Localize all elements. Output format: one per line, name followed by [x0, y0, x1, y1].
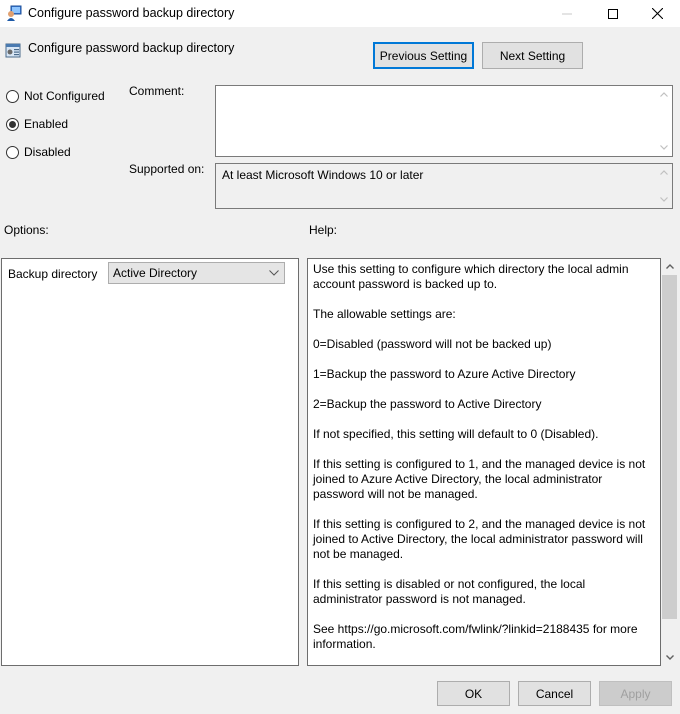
options-pane: Backup directory Active Directory [1, 258, 299, 666]
chevron-down-icon [665, 655, 674, 660]
help-paragraph: If this setting is configured to 1, and … [313, 457, 646, 501]
comment-label: Comment: [129, 84, 185, 98]
help-paragraph: If not specified, this setting will defa… [313, 427, 599, 441]
radio-not-configured[interactable]: Not Configured [6, 89, 105, 103]
policy-title: Configure password backup directory [28, 41, 235, 55]
dropdown-value: Active Directory [113, 266, 198, 280]
scroll-down-arrow[interactable] [655, 191, 672, 208]
help-paragraph: 0=Disabled (password will not be backed … [313, 337, 552, 351]
radio-disabled[interactable]: Disabled [6, 145, 71, 159]
help-scrollbar[interactable] [661, 258, 678, 666]
backup-directory-label: Backup directory [8, 267, 98, 281]
backup-directory-dropdown[interactable]: Active Directory [108, 262, 285, 284]
scroll-down-arrow[interactable] [661, 649, 678, 666]
help-paragraph: If this setting is configured to 2, and … [313, 517, 646, 561]
supported-on-value: At least Microsoft Windows 10 or later [222, 168, 424, 182]
scroll-up-arrow[interactable] [655, 164, 672, 181]
title-bar: Configure password backup directory [0, 0, 680, 27]
scroll-up-arrow[interactable] [655, 86, 672, 103]
comment-input[interactable] [215, 85, 673, 157]
previous-setting-button[interactable]: Previous Setting [373, 42, 474, 69]
close-button[interactable] [634, 0, 680, 27]
radio-enabled[interactable]: Enabled [6, 117, 68, 131]
chevron-down-icon [659, 145, 668, 150]
help-text: Use this setting to configure which dire… [313, 262, 653, 667]
chevron-down-icon [264, 270, 284, 276]
supported-on-label: Supported on: [129, 162, 205, 176]
chevron-up-icon [659, 170, 668, 175]
help-paragraph: The allowable settings are: [313, 307, 456, 321]
group-policy-editor-icon [7, 5, 22, 21]
help-paragraph: 1=Backup the password to Azure Active Di… [313, 367, 576, 381]
radio-label: Disabled [24, 145, 71, 159]
scroll-down-arrow[interactable] [655, 139, 672, 156]
cancel-button[interactable]: Cancel [518, 681, 591, 706]
supported-scrollbar[interactable] [655, 164, 672, 208]
minimize-button[interactable] [544, 0, 590, 27]
ok-button[interactable]: OK [437, 681, 510, 706]
chevron-up-icon [665, 264, 674, 269]
apply-button[interactable]: Apply [599, 681, 672, 706]
help-label: Help: [309, 223, 338, 237]
close-icon [651, 8, 663, 19]
chevron-up-icon [659, 92, 668, 97]
help-paragraph: See https://go.microsoft.com/fwlink/?lin… [313, 622, 638, 651]
maximize-icon [608, 8, 618, 19]
help-paragraph: Use this setting to configure which dire… [313, 262, 629, 291]
chevron-down-icon [659, 197, 668, 202]
help-paragraph: 2=Backup the password to Active Director… [313, 397, 542, 411]
help-paragraph: If this setting is disabled or not confi… [313, 577, 586, 606]
window-title: Configure password backup directory [28, 6, 235, 20]
maximize-button[interactable] [590, 0, 636, 27]
radio-label: Enabled [24, 117, 69, 131]
options-label: Options: [4, 223, 49, 237]
next-setting-button[interactable]: Next Setting [482, 42, 583, 69]
supported-on-field: At least Microsoft Windows 10 or later [215, 163, 673, 209]
scrollbar-thumb[interactable] [662, 275, 677, 619]
policy-setting-icon [5, 43, 21, 58]
help-pane: Use this setting to configure which dire… [307, 258, 661, 666]
radio-button[interactable] [6, 145, 19, 159]
radio-button-selected[interactable] [6, 117, 19, 131]
comment-scrollbar[interactable] [655, 86, 672, 156]
minimize-icon [562, 13, 572, 14]
radio-button[interactable] [6, 89, 19, 103]
scroll-up-arrow[interactable] [661, 258, 678, 275]
radio-label: Not Configured [24, 89, 105, 103]
